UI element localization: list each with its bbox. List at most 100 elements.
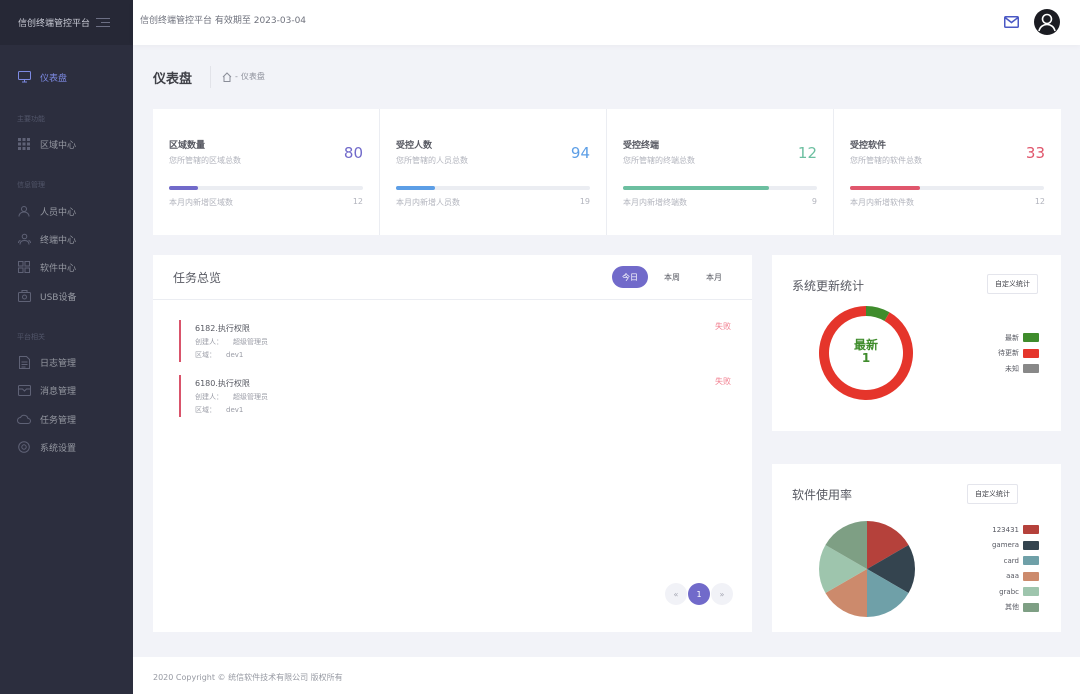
legend-item[interactable]: 待更新 — [998, 346, 1039, 362]
sidebar-item-label: 仪表盘 — [40, 73, 68, 84]
legend-item[interactable]: 最新 — [998, 330, 1039, 346]
sidebar-item-dashboard[interactable]: 仪表盘 — [0, 65, 133, 89]
home-icon[interactable] — [222, 71, 232, 82]
breadcrumb-separator: - — [235, 72, 238, 81]
stat-subtitle: 您所管辖的人员总数 — [396, 156, 468, 165]
sidebar-item-label: 人员中心 — [40, 207, 77, 218]
legend-swatch — [1023, 540, 1039, 550]
task-creator-label: 创建人： — [195, 338, 223, 346]
stat-progress-track — [623, 186, 817, 190]
task-item[interactable]: 6180.执行权限 创建人： 超级管理员 区域： dev1 失败 — [179, 375, 739, 417]
user-icon — [17, 204, 31, 218]
legend-label: 未知 — [1005, 364, 1019, 373]
stat-people: 受控人数 您所管辖的人员总数 94 本月内新增人员数 19 — [380, 109, 607, 235]
sidebar-section-main: 主要功能 — [17, 115, 45, 123]
sidebar-section-platform: 平台相关 — [17, 333, 45, 341]
task-card-header: 任务总览 今日 本周 本月 — [153, 255, 752, 300]
sidebar-item-label: 区域中心 — [40, 140, 77, 151]
task-area-label: 区域： — [195, 406, 216, 414]
stat-subtitle: 您所管辖的区域总数 — [169, 156, 241, 165]
sidebar-item-area[interactable]: 区域中心 — [0, 132, 133, 156]
task-status: 失败 — [715, 377, 731, 386]
user-avatar-icon[interactable] — [1034, 9, 1060, 35]
legend-swatch — [1023, 348, 1039, 358]
mail-icon[interactable] — [1004, 13, 1019, 28]
stat-footer-value: 9 — [811, 197, 817, 206]
legend-label: 待更新 — [998, 349, 1019, 358]
stat-progress-fill — [850, 186, 920, 190]
custom-stats-button[interactable]: 自定义统计 — [987, 274, 1038, 294]
custom-stats-button[interactable]: 自定义统计 — [967, 484, 1018, 504]
update-legend: 最新 待更新 未知 — [998, 330, 1039, 377]
legend-label: aaa — [1006, 572, 1019, 581]
stat-value: 80 — [343, 144, 363, 162]
stat-subtitle: 您所管辖的终端总数 — [623, 156, 695, 165]
brand-title: 信创终端管控平台 — [18, 19, 91, 29]
sidebar-item-label: 终端中心 — [40, 235, 77, 246]
tab-today[interactable]: 今日 — [612, 266, 648, 288]
software-pie-chart — [819, 521, 915, 617]
grid-icon — [17, 137, 31, 151]
task-item[interactable]: 6182.执行权限 创建人： 超级管理员 区域： dev1 失败 — [179, 320, 739, 362]
stat-areas: 区域数量 您所管辖的区域总数 80 本月内新增区域数 12 — [153, 109, 380, 235]
legend-swatch — [1023, 571, 1039, 581]
sidebar-item-settings[interactable]: 系统设置 — [0, 435, 133, 459]
task-area: 区域： dev1 — [195, 350, 243, 360]
page-title: 仪表盘 — [153, 72, 193, 87]
software-usage-title: 软件使用率 — [792, 488, 853, 502]
gear-icon — [17, 440, 31, 454]
sidebar: 信创终端管控平台 仪表盘 主要功能 区域中心 信息管理 人员中心 终端中心 软件… — [0, 0, 133, 694]
task-card-title: 任务总览 — [173, 271, 222, 285]
task-area: 区域： dev1 — [195, 405, 243, 415]
task-period-tabs: 今日 本周 本月 — [612, 266, 732, 288]
legend-label: 123431 — [992, 525, 1019, 534]
stat-footer: 本月内新增区域数 — [169, 198, 233, 207]
legend-item[interactable]: card — [992, 553, 1039, 569]
usb-icon — [17, 289, 31, 303]
system-update-title: 系统更新统计 — [792, 279, 865, 293]
platform-expiry-info: 信创终端管控平台 有效期至 2023-03-04 — [140, 16, 307, 26]
sidebar-item-terminals[interactable]: 终端中心 — [0, 227, 133, 251]
sidebar-item-label: USB设备 — [40, 292, 77, 303]
legend-item[interactable]: aaa — [992, 569, 1039, 585]
legend-item[interactable]: grabc — [992, 584, 1039, 600]
sidebar-item-label: 日志管理 — [40, 358, 77, 369]
sidebar-brand: 信创终端管控平台 — [0, 0, 133, 45]
pagination-next[interactable]: » — [711, 583, 733, 605]
legend-item[interactable]: 其他 — [992, 600, 1039, 616]
legend-item[interactable]: 未知 — [998, 361, 1039, 377]
breadcrumb-item[interactable]: 仪表盘 — [241, 71, 265, 82]
tab-week[interactable]: 本周 — [654, 266, 690, 288]
stat-title: 受控终端 — [623, 141, 660, 151]
title-divider — [210, 66, 211, 88]
task-creator-label: 创建人： — [195, 393, 223, 401]
menu-toggle-icon[interactable] — [96, 18, 111, 27]
task-area-value: dev1 — [226, 351, 244, 359]
donut-center: 最新 1 — [819, 339, 913, 365]
system-update-card: 系统更新统计 自定义统计 最新 1 最新 待更新 未知 — [772, 255, 1061, 431]
legend-label: grabc — [999, 587, 1019, 596]
stat-progress-track — [850, 186, 1044, 190]
sidebar-item-software[interactable]: 软件中心 — [0, 255, 133, 279]
users-icon — [17, 232, 31, 246]
stat-title: 区域数量 — [169, 141, 206, 151]
stat-progress-track — [396, 186, 590, 190]
sidebar-section-info: 信息管理 — [17, 181, 45, 189]
stat-title: 受控软件 — [850, 141, 887, 151]
stat-footer: 本月内新增人员数 — [396, 198, 460, 207]
sidebar-item-messages[interactable]: 消息管理 — [0, 378, 133, 402]
legend-item[interactable]: gamera — [992, 538, 1039, 554]
task-name: 6180.执行权限 — [195, 379, 250, 388]
sidebar-item-usb[interactable]: USB设备 — [0, 284, 133, 308]
task-area-label: 区域： — [195, 351, 216, 359]
sidebar-item-logs[interactable]: 日志管理 — [0, 350, 133, 374]
copyright-text: 2020 Copyright © 统信软件技术有限公司 版权所有 — [153, 673, 343, 682]
legend-swatch — [1023, 525, 1039, 535]
tab-month[interactable]: 本月 — [696, 266, 732, 288]
pagination-prev[interactable]: « — [665, 583, 687, 605]
legend-item[interactable]: 123431 — [992, 522, 1039, 538]
pagination-page[interactable]: 1 — [688, 583, 710, 605]
software-usage-card: 软件使用率 自定义统计 123431 gamera card aaa grabc… — [772, 464, 1061, 632]
sidebar-item-users[interactable]: 人员中心 — [0, 199, 133, 223]
sidebar-item-tasks[interactable]: 任务管理 — [0, 407, 133, 431]
